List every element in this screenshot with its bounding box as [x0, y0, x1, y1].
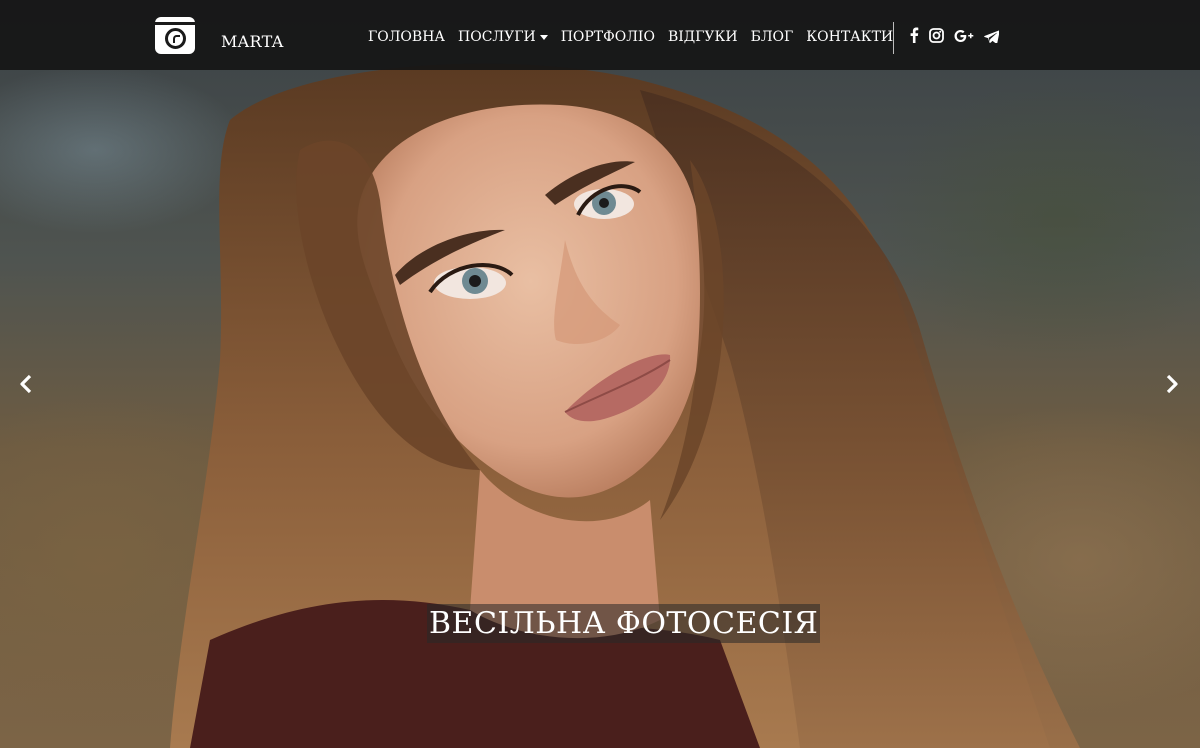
carousel-next-button[interactable]	[1158, 370, 1186, 398]
main-nav: ГОЛОВНА ПОСЛУГИ ПОРТФОЛІО ВІДГУКИ БЛОГ К…	[368, 29, 893, 45]
camera-logo-icon[interactable]	[155, 17, 195, 54]
nav-item-label: ВІДГУКИ	[667, 29, 738, 45]
instagram-icon[interactable]	[929, 27, 944, 47]
chevron-right-icon	[1166, 374, 1178, 394]
nav-item-services[interactable]: ПОСЛУГИ	[458, 29, 548, 45]
nav-item-blog[interactable]: БЛОГ	[751, 29, 794, 45]
telegram-icon[interactable]	[984, 28, 1000, 47]
nav-item-contacts[interactable]: КОНТАКТИ	[806, 29, 893, 45]
chevron-left-icon	[20, 374, 32, 394]
nav-item-home[interactable]: ГОЛОВНА	[368, 29, 445, 45]
page: MARTA ГОЛОВНА ПОСЛУГИ ПОРТФОЛІО ВІДГУКИ …	[0, 0, 1200, 748]
nav-item-label: ПОСЛУГИ	[458, 29, 536, 45]
top-navbar: MARTA ГОЛОВНА ПОСЛУГИ ПОРТФОЛІО ВІДГУКИ …	[0, 0, 1200, 70]
nav-item-reviews[interactable]: ВІДГУКИ	[668, 29, 738, 45]
caret-down-icon	[539, 34, 548, 40]
slide-caption: ВЕСІЛЬНА ФОТОСЕСІЯ	[427, 604, 821, 643]
brand-name[interactable]: MARTA	[221, 32, 284, 51]
nav-divider	[893, 22, 894, 54]
google-plus-icon[interactable]	[954, 28, 974, 47]
facebook-icon[interactable]	[909, 27, 919, 47]
nav-item-label: ГОЛОВНА	[368, 29, 446, 45]
nav-item-portfolio[interactable]: ПОРТФОЛІО	[561, 29, 655, 45]
nav-item-label: БЛОГ	[750, 29, 794, 45]
carousel-prev-button[interactable]	[12, 370, 40, 398]
social-links	[909, 27, 1000, 47]
nav-item-label: КОНТАКТИ	[806, 29, 894, 45]
nav-item-label: ПОРТФОЛІО	[560, 29, 655, 45]
